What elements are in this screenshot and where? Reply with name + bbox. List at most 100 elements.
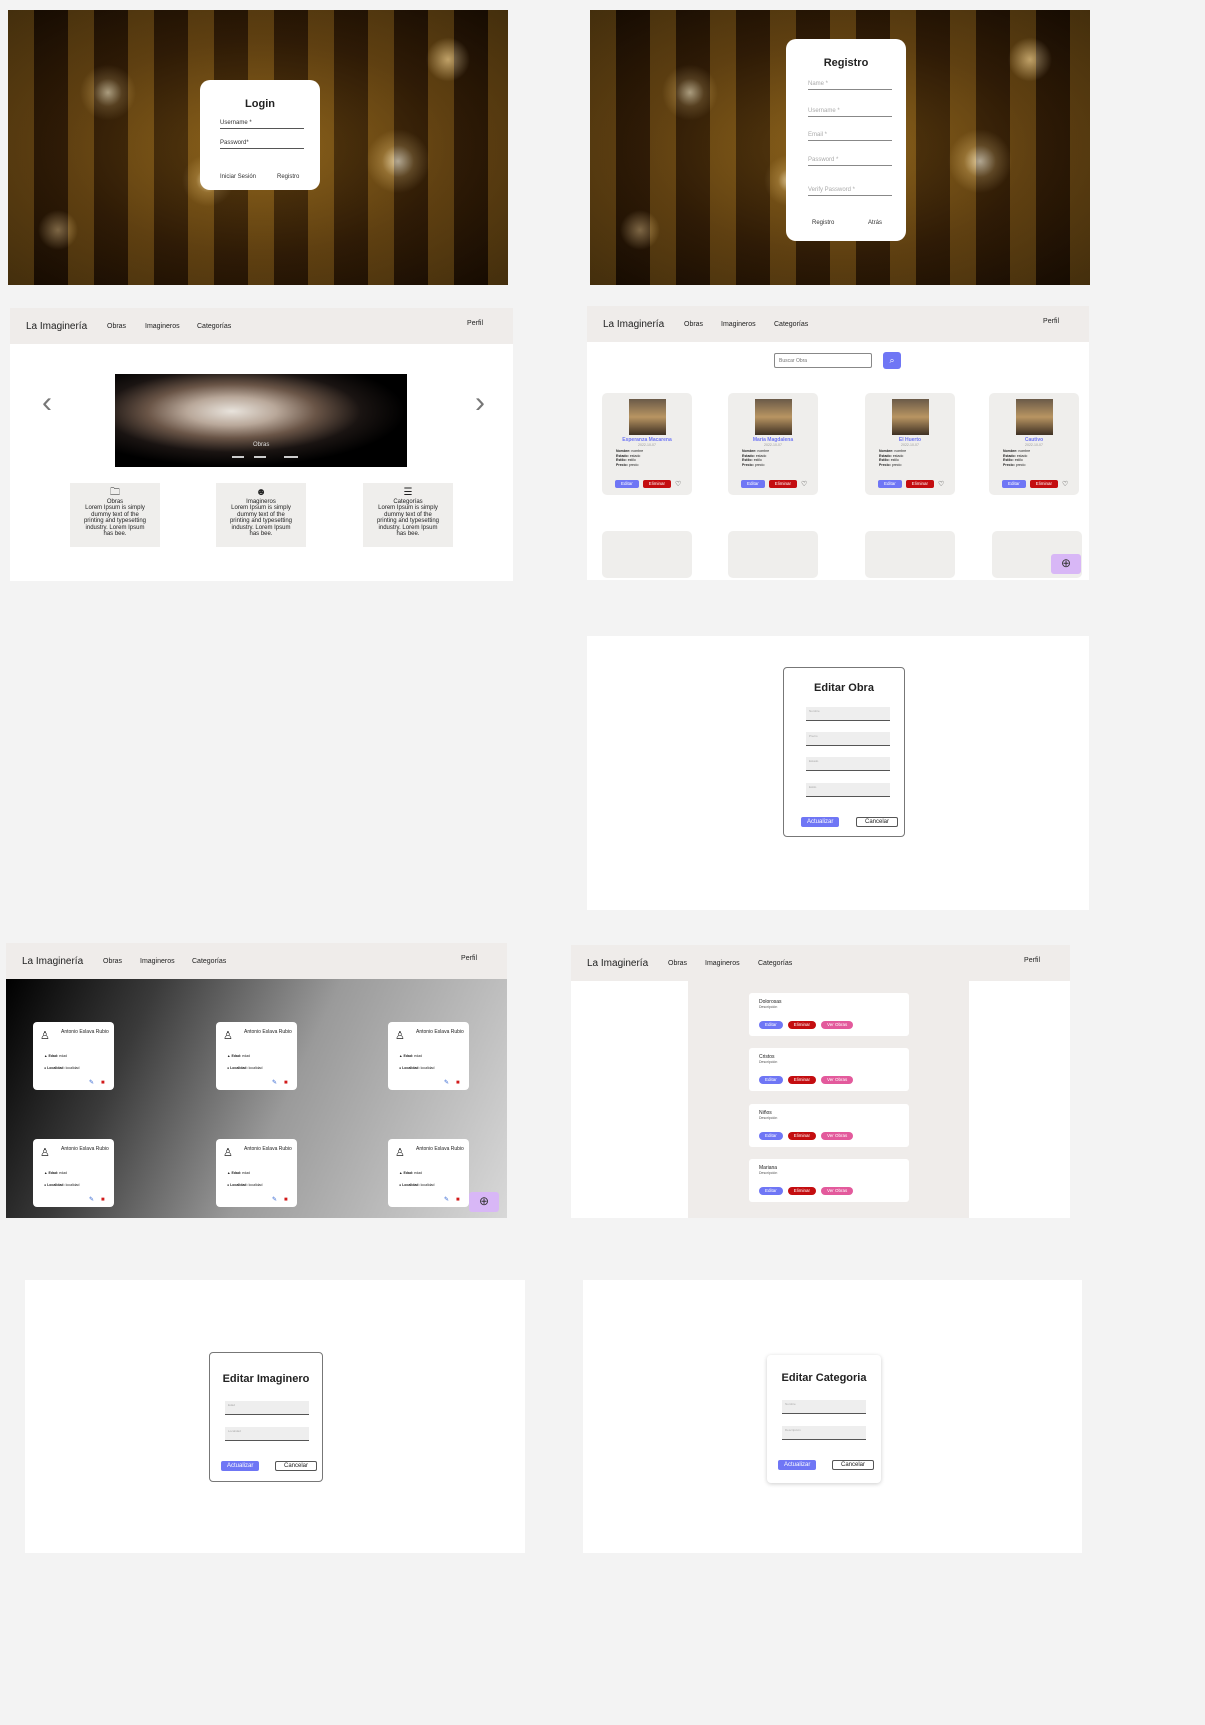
edit-button[interactable]: Editar <box>759 1132 783 1140</box>
nav-categorias[interactable]: Categorías <box>192 958 226 965</box>
search-input[interactable] <box>774 353 872 368</box>
view-obras-button[interactable]: Ver Obras <box>821 1187 854 1195</box>
name-field[interactable]: Name * <box>808 81 892 90</box>
brand-logo[interactable]: La Imaginería <box>26 321 87 332</box>
delete-icon[interactable]: ■ <box>101 1197 105 1203</box>
edit-icon[interactable]: ✎ <box>444 1196 449 1203</box>
edit-icon[interactable]: ✎ <box>444 1079 449 1086</box>
add-imaginero-button[interactable]: ⊕ <box>469 1192 499 1212</box>
delete-button[interactable]: Eliminar <box>787 1021 817 1029</box>
descripcion-input[interactable]: Descripción <box>782 1426 866 1440</box>
search-button[interactable]: ⌕ <box>883 352 901 369</box>
cancel-button[interactable]: Cancelar <box>275 1461 318 1471</box>
nav-categorias[interactable]: Categorías <box>197 323 231 330</box>
edit-button[interactable]: Editar <box>759 1021 783 1029</box>
imaginero-card[interactable]: ♙ Antonio Eslava Rubio ▲ Edad: edad ● Lo… <box>33 1022 114 1090</box>
registro-submit-button[interactable]: Registro <box>812 220 834 226</box>
update-button[interactable]: Actualizar <box>778 1460 817 1470</box>
view-obras-button[interactable]: Ver Obras <box>821 1132 854 1140</box>
nav-perfil[interactable]: Perfil <box>461 955 477 962</box>
login-button[interactable]: Iniciar Sesión <box>220 174 256 180</box>
obra-card[interactable]: Esperanza Macarena 2022-10-07 Nombre: no… <box>602 393 692 495</box>
categoria-card[interactable]: Dolorosas Descripción Editar Eliminar Ver O… <box>749 993 909 1036</box>
nav-imagineros[interactable]: Imagineros <box>705 960 740 967</box>
register-link[interactable]: Registro <box>277 174 299 180</box>
nombre-input[interactable]: Nombre <box>806 707 890 721</box>
nav-obras[interactable]: Obras <box>107 323 126 330</box>
edit-button[interactable]: Editar <box>878 480 902 488</box>
imaginero-card[interactable]: ♙ Antonio Eslava Rubio ▲ Edad: edad ● Lo… <box>216 1139 297 1207</box>
nav-obras[interactable]: Obras <box>103 958 122 965</box>
brand-logo[interactable]: La Imaginería <box>587 958 648 969</box>
categoria-card[interactable]: Cristos Descripción Editar Eliminar Ver Obr… <box>749 1048 909 1091</box>
edit-button[interactable]: Editar <box>759 1076 783 1084</box>
delete-button[interactable]: Eliminar <box>905 480 935 488</box>
nombre-input[interactable]: Nombre <box>782 1400 866 1414</box>
estado-input[interactable]: Estado <box>806 757 890 771</box>
brand-logo[interactable]: La Imaginería <box>603 319 664 330</box>
nav-obras[interactable]: Obras <box>668 960 687 967</box>
edit-button[interactable]: Editar <box>1002 480 1026 488</box>
edit-icon[interactable]: ✎ <box>89 1196 94 1203</box>
imaginero-card[interactable]: ♙ Antonio Eslava Rubio ▲ Edad: edad ● Lo… <box>216 1022 297 1090</box>
password-field[interactable]: Password * <box>808 157 892 166</box>
edit-button[interactable]: Editar <box>615 480 639 488</box>
precio-input[interactable]: Precio <box>806 732 890 746</box>
password-field[interactable]: Password* <box>220 140 304 149</box>
edad-input[interactable]: Edad <box>225 1401 309 1415</box>
heart-icon[interactable]: ♡ <box>801 480 807 488</box>
heart-icon[interactable]: ♡ <box>675 480 681 488</box>
nav-obras[interactable]: Obras <box>684 321 703 328</box>
heart-icon[interactable]: ♡ <box>1062 480 1068 488</box>
nav-perfil[interactable]: Perfil <box>1043 318 1059 325</box>
nav-perfil[interactable]: Perfil <box>1024 957 1040 964</box>
imaginero-card[interactable]: ♙ Antonio Eslava Rubio ▲ Edad: edad ● Lo… <box>388 1139 469 1207</box>
edit-button[interactable]: Editar <box>759 1187 783 1195</box>
categoria-card[interactable]: Mariana Descripción Editar Eliminar Ver Obr… <box>749 1159 909 1202</box>
delete-icon[interactable]: ■ <box>456 1197 460 1203</box>
delete-button[interactable]: Eliminar <box>1029 480 1059 488</box>
delete-button[interactable]: Eliminar <box>787 1187 817 1195</box>
nav-categorias[interactable]: Categorías <box>758 960 792 967</box>
verify-password-field[interactable]: Verify Password * <box>808 187 892 196</box>
delete-icon[interactable]: ■ <box>284 1080 288 1086</box>
carousel-prev-button[interactable]: ‹ <box>42 386 52 420</box>
carousel-indicators[interactable] <box>232 456 298 458</box>
delete-icon[interactable]: ■ <box>456 1080 460 1086</box>
edit-icon[interactable]: ✎ <box>272 1196 277 1203</box>
nav-imagineros[interactable]: Imagineros <box>721 321 756 328</box>
delete-button[interactable]: Eliminar <box>768 480 798 488</box>
update-button[interactable]: Actualizar <box>801 817 840 827</box>
edit-icon[interactable]: ✎ <box>272 1079 277 1086</box>
edit-button[interactable]: Editar <box>741 480 765 488</box>
update-button[interactable]: Actualizar <box>221 1461 260 1471</box>
feature-obras[interactable]: 🗀 Obras Lorem Ipsum is simply dummy text… <box>70 483 160 547</box>
cancel-button[interactable]: Cancelar <box>832 1460 875 1470</box>
nav-perfil[interactable]: Perfil <box>467 320 483 327</box>
feature-categorias[interactable]: ☰ Categorías Lorem Ipsum is simply dummy… <box>363 483 453 547</box>
username-field[interactable]: Username * <box>808 108 892 117</box>
heart-icon[interactable]: ♡ <box>938 480 944 488</box>
delete-icon[interactable]: ■ <box>284 1197 288 1203</box>
edit-icon[interactable]: ✎ <box>89 1079 94 1086</box>
delete-button[interactable]: Eliminar <box>642 480 672 488</box>
imaginero-card[interactable]: ♙ Antonio Eslava Rubio ▲ Edad: edad ● Lo… <box>388 1022 469 1090</box>
brand-logo[interactable]: La Imaginería <box>22 956 83 967</box>
obra-card[interactable]: Cautivo 2022-10-07 Nombre: nombre Estado… <box>989 393 1079 495</box>
carousel-next-button[interactable]: › <box>475 386 485 420</box>
add-obra-button[interactable]: ⊕ <box>1051 554 1081 574</box>
obra-card[interactable]: María Magdalena 2022-10-07 Nombre: nombr… <box>728 393 818 495</box>
imaginero-card[interactable]: ♙ Antonio Eslava Rubio ▲ Edad: edad ● Lo… <box>33 1139 114 1207</box>
view-obras-button[interactable]: Ver Obras <box>821 1021 854 1029</box>
nav-imagineros[interactable]: Imagineros <box>145 323 180 330</box>
delete-icon[interactable]: ■ <box>101 1080 105 1086</box>
email-field[interactable]: Email * <box>808 132 892 141</box>
categoria-card[interactable]: Niños Descripción Editar Eliminar Ver Obras <box>749 1104 909 1147</box>
nav-categorias[interactable]: Categorías <box>774 321 808 328</box>
nav-imagineros[interactable]: Imagineros <box>140 958 175 965</box>
view-obras-button[interactable]: Ver Obras <box>821 1076 854 1084</box>
back-button[interactable]: Atrás <box>868 220 882 226</box>
username-field[interactable]: Username * <box>220 120 304 129</box>
delete-button[interactable]: Eliminar <box>787 1132 817 1140</box>
delete-button[interactable]: Eliminar <box>787 1076 817 1084</box>
